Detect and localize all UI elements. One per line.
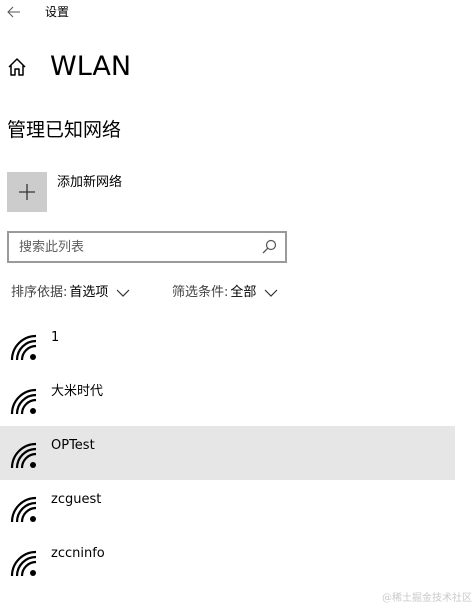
wifi-signal-icon <box>10 442 37 469</box>
filter-dropdown[interactable]: 筛选条件: 全部 <box>172 284 278 302</box>
network-name: zcguest <box>51 492 102 507</box>
network-name: 1 <box>51 330 60 345</box>
network-item[interactable]: zccninfo <box>0 534 455 588</box>
back-button[interactable] <box>0 0 28 24</box>
wifi-signal-icon <box>10 334 37 361</box>
network-item[interactable]: 1 <box>0 318 455 372</box>
search-icon[interactable] <box>261 239 277 255</box>
back-arrow-icon <box>7 6 20 18</box>
watermark: @稀土掘金技术社区 <box>382 593 472 604</box>
search-input[interactable] <box>9 233 259 261</box>
window-title: 设置 <box>45 5 70 19</box>
chevron-down-icon <box>116 289 130 297</box>
sort-label: 排序依据: <box>11 285 68 300</box>
network-item[interactable]: zcguest <box>0 480 455 534</box>
network-item-selected[interactable]: OPTest <box>0 426 455 480</box>
network-name: 大米时代 <box>51 384 104 399</box>
sort-dropdown[interactable]: 排序依据: 首选项 <box>11 284 130 302</box>
wifi-signal-icon <box>10 496 37 523</box>
filter-label: 筛选条件: <box>172 285 229 300</box>
network-name: OPTest <box>51 438 95 453</box>
section-title: 管理已知网络 <box>7 119 122 141</box>
page-title: WLAN <box>50 51 132 82</box>
chevron-down-icon <box>264 289 278 297</box>
network-name: zccninfo <box>51 546 105 561</box>
wifi-signal-icon <box>10 550 37 577</box>
wifi-signal-icon <box>10 388 37 415</box>
known-networks-list: 1 大米时代 OPTest zcguest zccninfo <box>0 318 455 588</box>
network-item[interactable]: 大米时代 <box>0 372 455 426</box>
sort-value: 首选项 <box>69 285 109 300</box>
add-network-button[interactable] <box>7 172 47 212</box>
home-icon[interactable] <box>7 57 27 77</box>
search-box <box>7 231 287 263</box>
filter-value: 全部 <box>230 285 257 300</box>
plus-icon <box>19 184 35 200</box>
add-network-label[interactable]: 添加新网络 <box>57 174 122 192</box>
